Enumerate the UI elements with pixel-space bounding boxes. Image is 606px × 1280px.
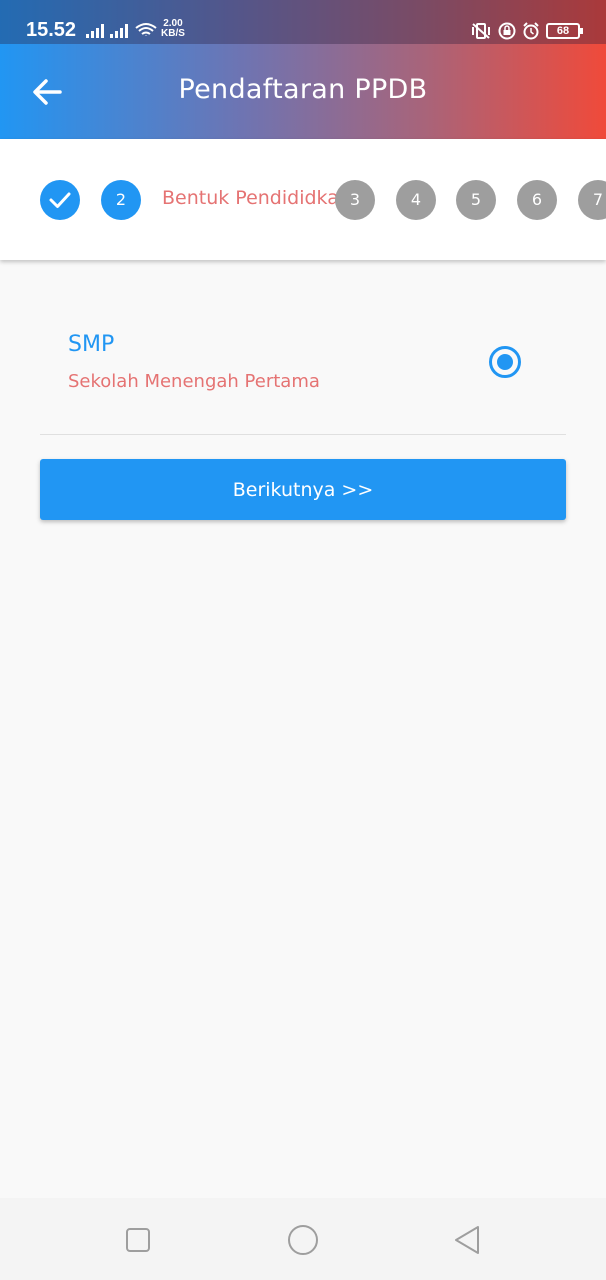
home-icon[interactable] bbox=[283, 1220, 323, 1260]
option-subtitle: Sekolah Menengah Pertama bbox=[68, 371, 320, 392]
page-title: Pendaftaran PPDB bbox=[178, 74, 428, 105]
lock-rotation-icon bbox=[498, 22, 516, 40]
back-icon[interactable] bbox=[448, 1220, 488, 1260]
step-3[interactable]: 3 bbox=[335, 180, 375, 220]
battery-indicator: 68 bbox=[546, 23, 583, 39]
stepper: 2 Bentuk Pendididkan 3 4 5 6 7 bbox=[0, 139, 606, 260]
step-7[interactable]: 7 bbox=[578, 180, 606, 220]
option-radio-selected[interactable] bbox=[489, 346, 521, 378]
next-button[interactable]: Berikutnya >> bbox=[40, 459, 566, 520]
education-option-smp[interactable]: SMP Sekolah Menengah Pertama bbox=[40, 320, 566, 435]
status-bar: 15.52 2.00 KB/S 68 bbox=[0, 0, 606, 44]
alarm-icon bbox=[523, 22, 539, 40]
system-nav-bar bbox=[0, 1198, 606, 1280]
status-time: 15.52 bbox=[26, 19, 77, 41]
step-2-active[interactable]: 2 bbox=[101, 180, 141, 220]
radio-dot bbox=[497, 354, 513, 370]
status-icons: 68 bbox=[470, 21, 583, 41]
option-title: SMP bbox=[68, 332, 115, 357]
vibrate-icon bbox=[472, 23, 490, 39]
recent-apps-icon[interactable] bbox=[118, 1220, 158, 1260]
step-4[interactable]: 4 bbox=[396, 180, 436, 220]
wifi-icon bbox=[135, 23, 157, 36]
step-6[interactable]: 6 bbox=[517, 180, 557, 220]
signal-icon bbox=[110, 24, 128, 38]
signal-icon bbox=[86, 24, 104, 38]
network-speed-unit: KB/S bbox=[161, 28, 185, 39]
check-icon bbox=[49, 192, 71, 208]
step-5[interactable]: 5 bbox=[456, 180, 496, 220]
network-speed: 2.00 KB/S bbox=[161, 19, 185, 39]
app-header: 15.52 2.00 KB/S 68 Pendaftaran PPDB bbox=[0, 0, 606, 139]
step-1-completed[interactable] bbox=[40, 180, 80, 220]
step-2-title: Bentuk Pendididkan bbox=[162, 187, 351, 209]
